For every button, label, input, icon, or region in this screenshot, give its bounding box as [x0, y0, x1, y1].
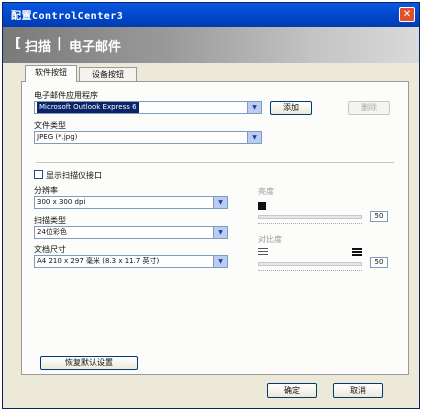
contrast-value[interactable]: 50	[370, 257, 388, 268]
config-window: 配置ControlCenter3 ✕ [ 扫描 | 电子邮件 软件按钮 设备按钮…	[2, 2, 420, 409]
scanner-interface-checkbox[interactable]	[34, 170, 43, 179]
resolution-label: 分辨率	[34, 186, 58, 195]
chevron-down-icon: ▼	[213, 227, 227, 238]
file-type-label: 文件类型	[34, 121, 66, 130]
file-type-select[interactable]: JPEG (*.jpg) ▼	[34, 131, 262, 144]
resolution-select[interactable]: 300 x 300 dpi ▼	[34, 196, 228, 209]
contrast-slider[interactable]	[258, 262, 362, 266]
scan-type-label: 扫描类型	[34, 216, 66, 225]
scan-type-select[interactable]: 24位彩色 ▼	[34, 226, 228, 239]
chevron-down-icon: ▼	[213, 256, 227, 267]
add-button[interactable]: 添加	[270, 101, 312, 115]
email-app-select[interactable]: Microsoft Outlook Express 6 ▼	[34, 101, 262, 114]
document-size-value: A4 210 x 297 毫米 (8.3 x 11.7 英寸)	[37, 257, 160, 265]
delete-button[interactable]: 删除	[348, 101, 390, 115]
restore-defaults-label: 恢复默认设置	[65, 358, 113, 367]
tab-device-button-label: 设备按钮	[92, 70, 124, 79]
contrast-ticks	[258, 270, 362, 274]
document-size-label: 文档尺寸	[34, 245, 66, 254]
file-type-value: JPEG (*.jpg)	[37, 133, 78, 141]
brightness-slider[interactable]	[258, 215, 362, 219]
restore-defaults-button[interactable]: 恢复默认设置	[40, 356, 138, 370]
window-title: 配置ControlCenter3	[11, 11, 124, 22]
tab-software-button[interactable]: 软件按钮	[25, 65, 77, 82]
ok-button-label: 确定	[284, 386, 300, 395]
section-banner: [ 扫描 | 电子邮件	[3, 27, 419, 63]
tab-software-button-label: 软件按钮	[35, 68, 67, 77]
scanner-interface-label: 显示扫描仪接口	[46, 171, 102, 180]
cancel-button[interactable]: 取消	[333, 383, 383, 398]
brightness-icon	[258, 202, 266, 210]
brightness-label: 亮度	[258, 187, 274, 196]
divider	[36, 162, 394, 163]
brightness-value[interactable]: 50	[370, 211, 388, 222]
banner-bracket-left: [	[15, 36, 21, 51]
title-bar[interactable]: 配置ControlCenter3 ✕	[3, 3, 419, 27]
banner-separator: |	[57, 36, 62, 51]
contrast-label: 对比度	[258, 235, 282, 244]
email-app-label: 电子邮件应用程序	[34, 91, 98, 100]
banner-subsection: 电子邮件	[69, 40, 122, 55]
document-size-select[interactable]: A4 210 x 297 毫米 (8.3 x 11.7 英寸) ▼	[34, 255, 228, 268]
add-button-label: 添加	[283, 103, 299, 112]
banner-section: 扫描	[25, 40, 52, 55]
settings-panel: 电子邮件应用程序 Microsoft Outlook Express 6 ▼ 添…	[21, 81, 409, 375]
email-app-value: Microsoft Outlook Express 6	[37, 102, 139, 113]
brightness-ticks	[258, 223, 362, 227]
cancel-button-label: 取消	[350, 386, 366, 395]
contrast-high-icon	[352, 248, 362, 257]
dialog-footer: 确定 取消	[3, 375, 419, 408]
ok-button[interactable]: 确定	[267, 383, 317, 398]
chevron-down-icon: ▼	[247, 132, 261, 143]
close-icon: ✕	[402, 9, 412, 20]
delete-button-label: 删除	[361, 103, 377, 112]
chevron-down-icon: ▼	[247, 102, 261, 113]
close-button[interactable]: ✕	[399, 7, 415, 22]
scan-type-value: 24位彩色	[37, 228, 67, 236]
resolution-value: 300 x 300 dpi	[37, 198, 86, 206]
contrast-low-icon	[258, 248, 268, 257]
tab-device-button[interactable]: 设备按钮	[79, 67, 137, 82]
chevron-down-icon: ▼	[213, 197, 227, 208]
